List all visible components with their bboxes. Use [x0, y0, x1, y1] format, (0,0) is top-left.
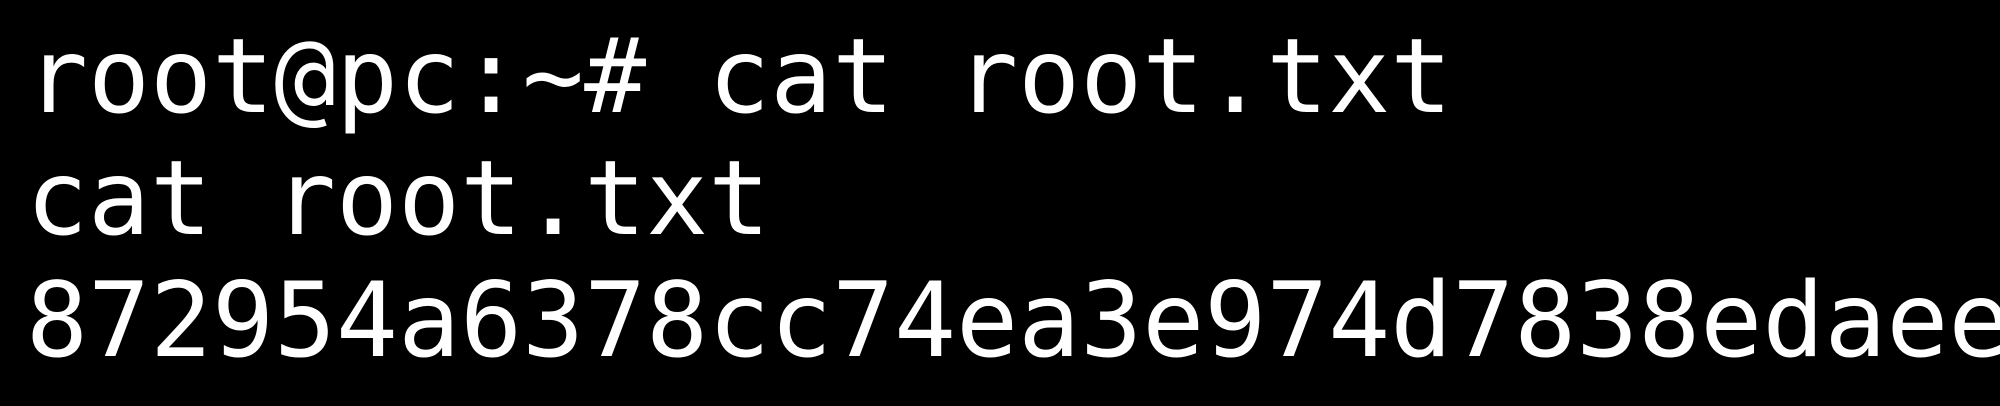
terminal-command-line: root@pc:~# cat root.txt: [26, 17, 1453, 137]
terminal-window[interactable]: root@pc:~# cat root.txt cat root.txt 872…: [0, 0, 2000, 406]
terminal-echo-line: cat root.txt: [26, 139, 771, 259]
terminal-output-line: 872954a6378cc74ea3e974d7838edaee: [26, 261, 2000, 381]
